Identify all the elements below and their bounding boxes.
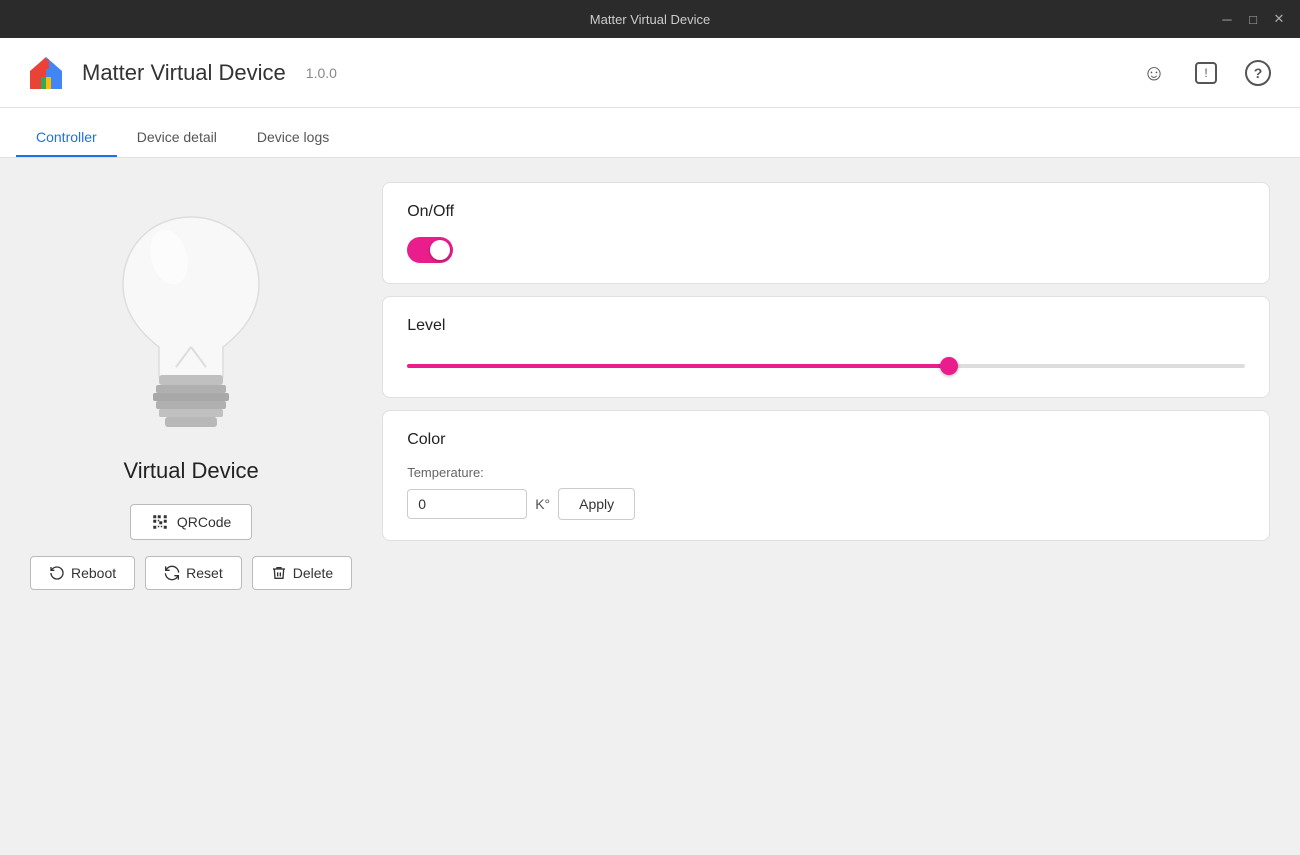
header-right: ☺ ! ? (1136, 55, 1276, 91)
app-header: Matter Virtual Device 1.0.0 ☺ ! ? (0, 38, 1300, 108)
alert-icon: ! (1195, 62, 1217, 84)
left-panel: Virtual Device QRCode Reboot (30, 182, 352, 831)
titlebar-controls: ─ □ ✕ (1218, 10, 1288, 28)
color-title: Color (407, 431, 1245, 449)
minimize-button[interactable]: ─ (1218, 10, 1236, 28)
color-card: Color Temperature: K° Apply (382, 410, 1270, 541)
header-left: Matter Virtual Device 1.0.0 (24, 51, 337, 95)
tab-device-detail[interactable]: Device detail (117, 129, 237, 157)
maximize-button[interactable]: □ (1244, 10, 1262, 28)
delete-label: Delete (293, 565, 333, 581)
alert-button[interactable]: ! (1188, 55, 1224, 91)
reboot-button[interactable]: Reboot (30, 556, 135, 590)
level-title: Level (407, 317, 1245, 335)
titlebar-title: Matter Virtual Device (590, 12, 710, 27)
temperature-input[interactable] (407, 489, 527, 519)
close-button[interactable]: ✕ (1270, 10, 1288, 28)
onoff-title: On/Off (407, 203, 1245, 221)
emoji-button[interactable]: ☺ (1136, 55, 1172, 91)
level-slider[interactable] (407, 364, 1245, 368)
tabs-bar: Controller Device detail Device logs (0, 108, 1300, 158)
emoji-icon: ☺ (1143, 60, 1165, 86)
temperature-label: Temperature: (407, 465, 1245, 480)
help-button[interactable]: ? (1240, 55, 1276, 91)
qrcode-button[interactable]: QRCode (130, 504, 252, 540)
onoff-toggle[interactable] (407, 237, 453, 263)
tab-device-logs[interactable]: Device logs (237, 129, 349, 157)
temperature-unit: K° (535, 496, 550, 512)
apply-button[interactable]: Apply (558, 488, 635, 520)
device-actions: Reboot Reset Delete (30, 556, 352, 590)
main-content: Virtual Device QRCode Reboot (0, 158, 1300, 855)
reboot-label: Reboot (71, 565, 116, 581)
app-version: 1.0.0 (306, 65, 337, 81)
reset-label: Reset (186, 565, 223, 581)
app-title: Matter Virtual Device (82, 60, 286, 86)
toggle-wrapper (407, 237, 1245, 263)
onoff-card: On/Off (382, 182, 1270, 284)
right-panel: On/Off Level Color Temperature: K° (382, 182, 1270, 831)
delete-icon (271, 565, 287, 581)
reset-button[interactable]: Reset (145, 556, 242, 590)
device-name: Virtual Device (123, 458, 258, 484)
slider-wrapper (407, 351, 1245, 377)
app-logo (24, 51, 68, 95)
qrcode-icon (151, 513, 169, 531)
help-icon: ? (1245, 60, 1271, 86)
qrcode-label: QRCode (177, 514, 231, 530)
bulb-image (91, 202, 291, 442)
level-card: Level (382, 296, 1270, 398)
tab-controller[interactable]: Controller (16, 129, 117, 157)
reboot-icon (49, 565, 65, 581)
reset-icon (164, 565, 180, 581)
delete-button[interactable]: Delete (252, 556, 352, 590)
titlebar: Matter Virtual Device ─ □ ✕ (0, 0, 1300, 38)
temperature-row: K° Apply (407, 488, 1245, 520)
